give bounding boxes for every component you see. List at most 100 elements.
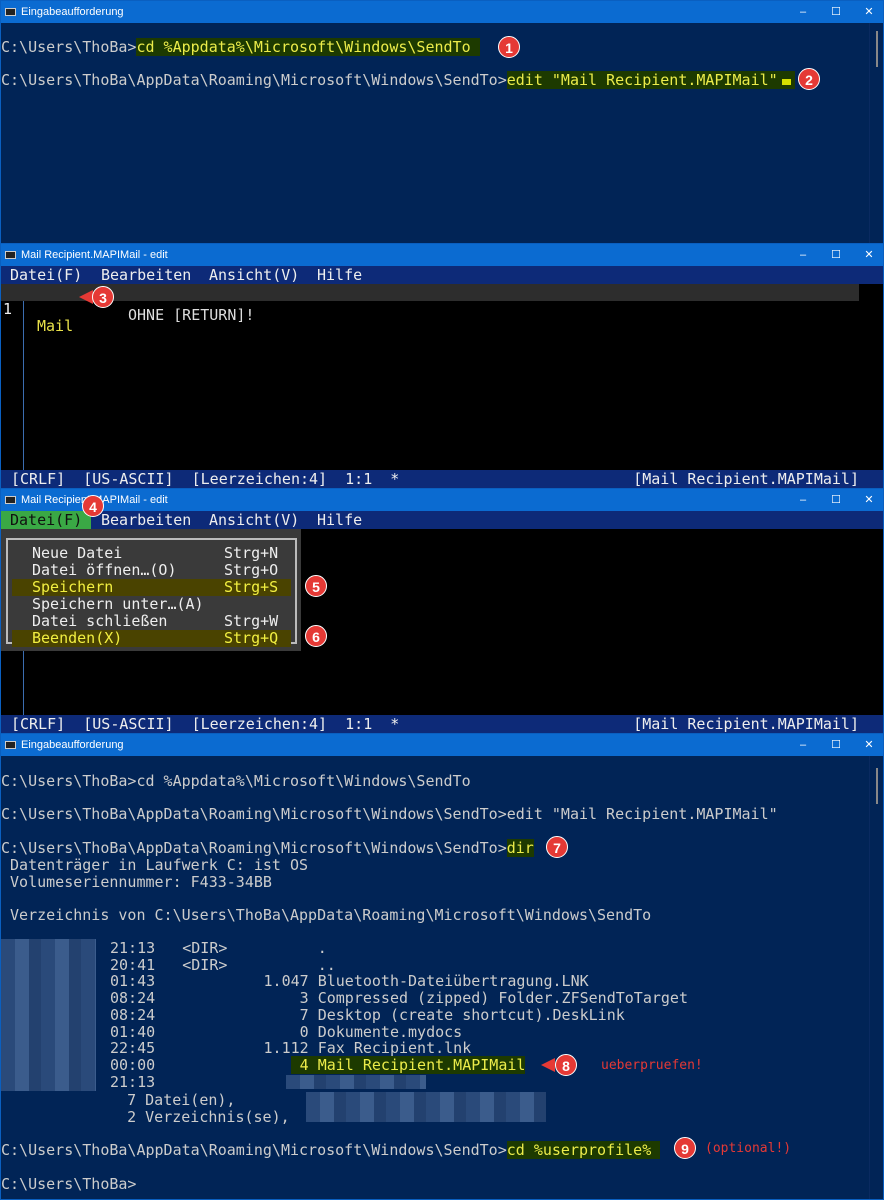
- prompt: C:\Users\ThoBa\AppData\Roaming\Microsoft…: [1, 71, 507, 89]
- console-icon: [5, 8, 16, 16]
- history-line: C:\Users\ThoBa\AppData\Roaming\Microsoft…: [1, 805, 778, 823]
- minimize-button[interactable]: –: [785, 1, 821, 23]
- scrollbar[interactable]: [869, 23, 883, 243]
- step-badge: 9: [674, 1137, 696, 1159]
- entry-info: <DIR> .: [155, 939, 327, 957]
- status-filename: [Mail Recipient.MAPIMail]: [633, 470, 859, 488]
- console-icon: [5, 496, 16, 504]
- entry-info: 0 Dokumente.mydocs: [155, 1022, 463, 1041]
- close-button[interactable]: ✕: [851, 734, 883, 756]
- console-icon: [5, 741, 16, 749]
- entry-info: 7 Desktop (create shortcut).DeskLink: [155, 1005, 625, 1024]
- status-left: [CRLF] [US-ASCII] [Leerzeichen:4] 1:1 *: [11, 715, 400, 733]
- window-title: Eingabeaufforderung: [21, 739, 124, 751]
- minimize-button[interactable]: –: [785, 489, 821, 511]
- entry-info: 4 Mail Recipient.MAPIMail: [155, 1055, 526, 1074]
- status-filename: [Mail Recipient.MAPIMail]: [633, 715, 859, 733]
- window-title: Eingabeaufforderung: [21, 6, 124, 18]
- command: cd %userprofile%: [506, 1141, 661, 1159]
- file-menu-dropdown: Neue Datei Strg+N Datei öffnen…(O) Strg+O …: [1, 529, 301, 651]
- cmd-window-1: Eingabeaufforderung – ☐ ✕ C:\Users\ThoBa>c…: [0, 0, 884, 244]
- console-output[interactable]: C:\Users\ThoBa>cd %Appdata%\Microsoft\Wi…: [1, 756, 883, 1199]
- prompt: C:\Users\ThoBa>: [1, 1175, 137, 1193]
- annotation-note: OHNE [RETURN]!: [128, 306, 255, 324]
- dir-entry: 21:13 <DIR> .: [110, 940, 327, 957]
- menu-item-open[interactable]: Datei öffnen…(O) Strg+O: [12, 562, 291, 579]
- step-badge: 8: [555, 1054, 577, 1076]
- close-button[interactable]: ✕: [851, 489, 883, 511]
- step-badge: 6: [305, 625, 327, 647]
- history-line: C:\Users\ThoBa>cd %Appdata%\Microsoft\Wi…: [1, 772, 471, 790]
- step-badge: 5: [305, 575, 327, 597]
- dir-entry: 08:24 3 Compressed (zipped) Folder.ZFSen…: [110, 990, 688, 1007]
- entry-time: 22:45: [110, 1039, 156, 1058]
- status-left: [CRLF] [US-ASCII] [Leerzeichen:4] 1:1 *: [11, 470, 400, 488]
- menu-item-save[interactable]: Speichern Strg+S: [12, 579, 291, 596]
- scrollbar[interactable]: [869, 756, 883, 1199]
- title-bar: Eingabeaufforderung – ☐ ✕: [1, 734, 883, 756]
- step-badge: 4: [82, 495, 104, 517]
- check-note: ueberpruefen!: [601, 1058, 703, 1073]
- command: cd %Appdata%\Microsoft\Windows\SendTo: [136, 38, 480, 56]
- menu-bearbeiten[interactable]: Bearbeiten: [101, 266, 191, 284]
- menu-item-new[interactable]: Neue Datei Strg+N: [12, 545, 291, 562]
- summary-dirs: 2 Verzeichnis(se),: [100, 1108, 290, 1126]
- step-badge: 2: [798, 68, 820, 90]
- command: dir: [506, 839, 534, 857]
- entry-info: <DIR> ..: [155, 955, 336, 974]
- step-badge: 7: [546, 836, 568, 858]
- entry-info: 1.047 Bluetooth-Dateiübertragung.LNK: [155, 972, 589, 991]
- title-bar: Mail Recipient.MAPIMail - edit –☐✕: [1, 489, 883, 511]
- entry-info: 3 Compressed (zipped) Folder.ZFSendToTar…: [155, 989, 688, 1008]
- entry-time: 20:41: [110, 955, 156, 974]
- output-line: Volumeseriennummer: F433-34BB: [1, 873, 272, 891]
- close-button[interactable]: ✕: [851, 244, 883, 266]
- menu-ansicht[interactable]: Ansicht(V): [209, 266, 299, 284]
- console-output[interactable]: C:\Users\ThoBa>cd %Appdata%\Microsoft\Wi…: [1, 23, 883, 243]
- editor-line: Mail: [37, 317, 74, 335]
- menu-item-close[interactable]: Datei schließen Strg+W: [12, 613, 291, 630]
- status-bar: [CRLF] [US-ASCII] [Leerzeichen:4] 1:1 * […: [1, 470, 883, 488]
- close-button[interactable]: ✕: [851, 1, 883, 23]
- menu-hilfe[interactable]: Hilfe: [317, 266, 362, 284]
- menu-item-exit[interactable]: Beenden(X) Strg+Q: [12, 630, 291, 647]
- status-bar: [CRLF] [US-ASCII] [Leerzeichen:4] 1:1 * […: [1, 715, 883, 733]
- prompt: C:\Users\ThoBa\AppData\Roaming\Microsoft…: [1, 1141, 507, 1159]
- maximize-button[interactable]: ☐: [818, 489, 854, 511]
- window-title: Mail Recipient.MAPIMail - edit: [21, 249, 168, 261]
- cursor: [781, 79, 791, 85]
- entry-info: 1.112 Fax Recipient.lnk: [155, 1039, 472, 1058]
- title-bar: Eingabeaufforderung – ☐ ✕: [1, 1, 883, 23]
- dir-entry: 01:40 0 Dokumente.mydocs: [110, 1022, 463, 1041]
- menu-ansicht[interactable]: Ansicht(V): [209, 511, 299, 529]
- menu-datei[interactable]: Datei(F): [1, 511, 92, 529]
- prompt: C:\Users\ThoBa>: [1, 38, 137, 56]
- dir-entry: 01:43 1.047 Bluetooth-Dateiübertragung.L…: [110, 973, 589, 990]
- console-icon: [5, 251, 16, 259]
- maximize-button[interactable]: ☐: [818, 1, 854, 23]
- dir-entry: 22:45 1.112 Fax Recipient.lnk: [110, 1040, 471, 1057]
- highlighted-file: 4 Mail Recipient.MAPIMail: [290, 1055, 526, 1074]
- entry-time: 08:24: [110, 1005, 156, 1024]
- blurred-dates: [1, 939, 96, 1091]
- menu-hilfe[interactable]: Hilfe: [317, 511, 362, 529]
- summary-files: 7 Datei(en),: [100, 1091, 236, 1109]
- arrow-icon: [79, 290, 93, 304]
- menu-item-save-as[interactable]: Speichern unter…(A): [12, 596, 291, 613]
- step-badge: 1: [498, 36, 520, 58]
- blurred-text: [306, 1092, 546, 1122]
- menu-datei[interactable]: Datei(F): [10, 266, 82, 284]
- minimize-button[interactable]: –: [785, 244, 821, 266]
- minimize-button[interactable]: –: [785, 734, 821, 756]
- maximize-button[interactable]: ☐: [818, 244, 854, 266]
- edit-window-2: Mail Recipient.MAPIMail - edit –☐✕ Datei…: [0, 488, 884, 734]
- editor-area[interactable]: 1 Mail OHNE [RETURN]!: [1, 284, 883, 470]
- menu-bearbeiten[interactable]: Bearbeiten: [101, 511, 191, 529]
- maximize-button[interactable]: ☐: [818, 734, 854, 756]
- line-number: 1: [3, 300, 13, 318]
- entry-time: 21:13: [110, 1072, 156, 1091]
- command: edit "Mail Recipient.MAPIMail": [506, 71, 778, 89]
- dir-entry: 20:41 <DIR> ..: [110, 955, 336, 974]
- prompt: C:\Users\ThoBa\AppData\Roaming\Microsoft…: [1, 839, 507, 857]
- title-bar: Mail Recipient.MAPIMail - edit –☐✕: [1, 244, 883, 266]
